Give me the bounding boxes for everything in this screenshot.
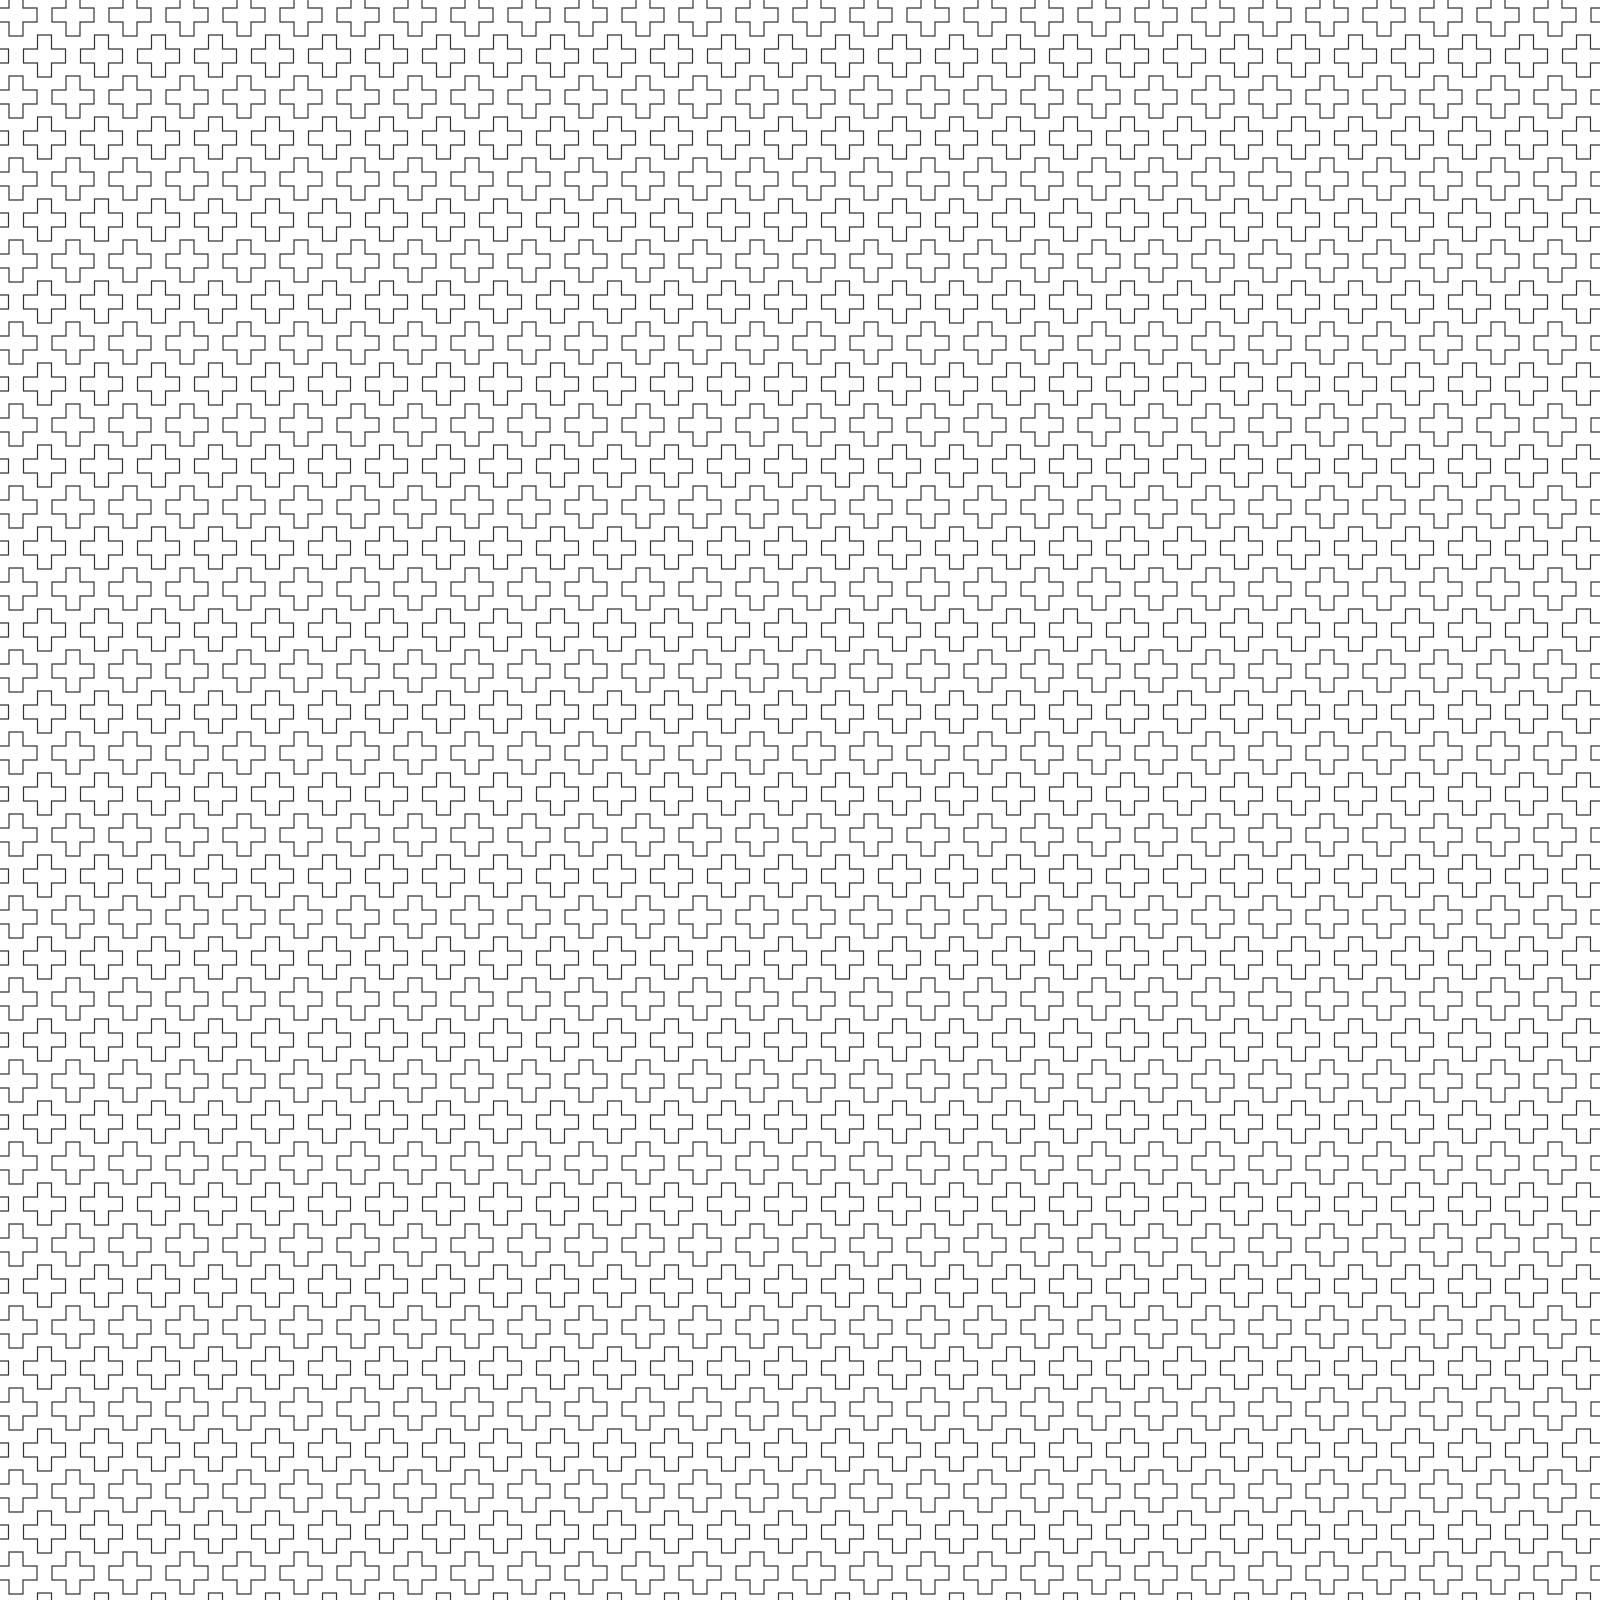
cross-pattern-fill — [0, 0, 1600, 1600]
cross-pattern-background — [0, 0, 1600, 1600]
